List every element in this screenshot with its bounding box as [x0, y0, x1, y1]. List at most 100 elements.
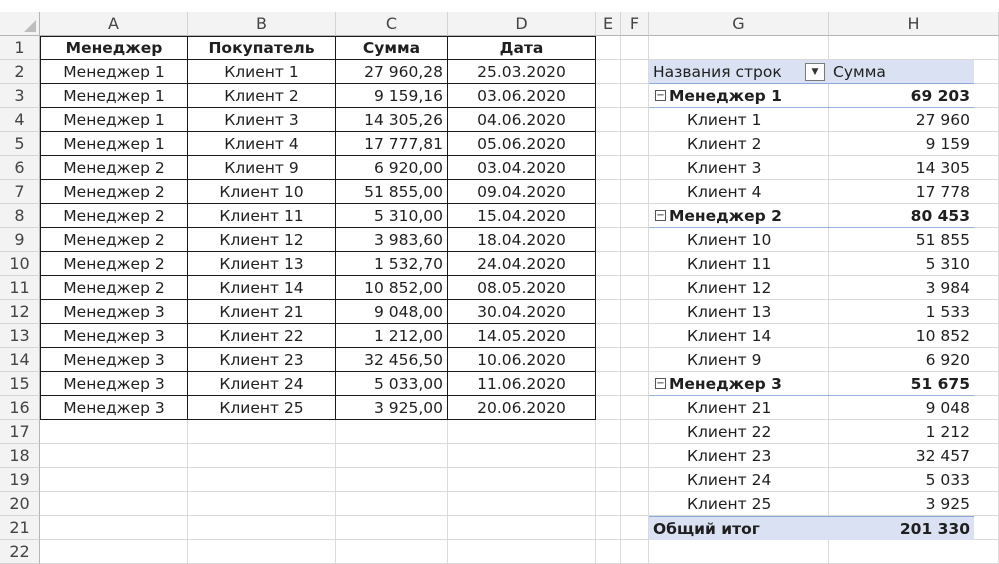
table-data-cell[interactable]: Клиент 10 — [188, 180, 336, 204]
table-data-cell[interactable]: 6 920,00 — [336, 156, 448, 180]
grid-cell[interactable] — [188, 540, 336, 564]
table-data-cell[interactable]: Менеджер 3 — [40, 396, 188, 420]
row-header-3[interactable]: 3 — [0, 84, 40, 108]
grid-cell[interactable] — [448, 516, 596, 540]
table-data-cell[interactable]: 09.04.2020 — [448, 180, 596, 204]
row-header-8[interactable]: 8 — [0, 204, 40, 228]
pivot-group-total[interactable]: 80 453 — [829, 204, 974, 228]
row-header-10[interactable]: 10 — [0, 252, 40, 276]
table-data-cell[interactable]: Клиент 3 — [188, 108, 336, 132]
table-header-cell[interactable]: Покупатель — [188, 36, 336, 60]
grid-cell[interactable] — [596, 300, 621, 324]
grid-cell[interactable] — [621, 252, 649, 276]
collapse-icon[interactable]: − — [655, 90, 666, 101]
table-data-cell[interactable]: 25.03.2020 — [448, 60, 596, 84]
row-header-21[interactable]: 21 — [0, 516, 40, 540]
grid-cell[interactable] — [621, 468, 649, 492]
table-data-cell[interactable]: Менеджер 1 — [40, 84, 188, 108]
pivot-grand-total-label[interactable]: Общий итог — [649, 516, 829, 540]
pivot-item-label[interactable]: Клиент 13 — [649, 300, 829, 324]
row-header-22[interactable]: 22 — [0, 540, 40, 564]
grid-cell[interactable] — [596, 156, 621, 180]
grid-cell[interactable] — [40, 540, 188, 564]
table-data-cell[interactable]: 03.04.2020 — [448, 156, 596, 180]
pivot-item-label[interactable]: Клиент 9 — [649, 348, 829, 372]
pivot-item-label[interactable]: Клиент 4 — [649, 180, 829, 204]
table-data-cell[interactable]: 5 310,00 — [336, 204, 448, 228]
grid-cell[interactable] — [596, 228, 621, 252]
table-header-cell[interactable]: Сумма — [336, 36, 448, 60]
row-header-6[interactable]: 6 — [0, 156, 40, 180]
table-data-cell[interactable]: 5 033,00 — [336, 372, 448, 396]
table-data-cell[interactable]: Клиент 2 — [188, 84, 336, 108]
table-data-cell[interactable]: Клиент 1 — [188, 60, 336, 84]
pivot-item-value[interactable]: 32 457 — [829, 444, 974, 468]
filter-dropdown-icon[interactable]: ▼ — [805, 62, 825, 81]
grid-cell[interactable] — [448, 468, 596, 492]
table-data-cell[interactable]: 14.05.2020 — [448, 324, 596, 348]
grid-cell[interactable] — [188, 444, 336, 468]
row-header-18[interactable]: 18 — [0, 444, 40, 468]
pivot-item-label[interactable]: Клиент 21 — [649, 396, 829, 420]
select-all-corner[interactable] — [0, 12, 40, 36]
grid-cell[interactable] — [40, 468, 188, 492]
grid-cell[interactable] — [621, 180, 649, 204]
table-data-cell[interactable]: Менеджер 2 — [40, 156, 188, 180]
grid-cell[interactable] — [621, 396, 649, 420]
column-header-b[interactable]: B — [188, 12, 336, 36]
row-header-15[interactable]: 15 — [0, 372, 40, 396]
grid-cell[interactable] — [621, 444, 649, 468]
row-header-5[interactable]: 5 — [0, 132, 40, 156]
grid-cell[interactable] — [40, 492, 188, 516]
row-header-9[interactable]: 9 — [0, 228, 40, 252]
column-header-h[interactable]: H — [829, 12, 999, 36]
grid-cell[interactable] — [40, 516, 188, 540]
pivot-item-label[interactable]: Клиент 3 — [649, 156, 829, 180]
table-data-cell[interactable]: Клиент 9 — [188, 156, 336, 180]
grid-cell[interactable] — [621, 420, 649, 444]
pivot-item-label[interactable]: Клиент 25 — [649, 492, 829, 516]
table-data-cell[interactable]: Клиент 14 — [188, 276, 336, 300]
pivot-item-value[interactable]: 27 960 — [829, 108, 974, 132]
grid-cell[interactable] — [336, 516, 448, 540]
grid-cell[interactable] — [596, 492, 621, 516]
table-data-cell[interactable]: Менеджер 2 — [40, 252, 188, 276]
table-data-cell[interactable]: 51 855,00 — [336, 180, 448, 204]
table-data-cell[interactable]: 3 925,00 — [336, 396, 448, 420]
grid-cell[interactable] — [596, 444, 621, 468]
pivot-group-total[interactable]: 69 203 — [829, 84, 974, 108]
grid-cell[interactable] — [596, 252, 621, 276]
table-data-cell[interactable]: Менеджер 1 — [40, 132, 188, 156]
grid-cell[interactable] — [596, 396, 621, 420]
table-data-cell[interactable]: Клиент 22 — [188, 324, 336, 348]
grid-cell[interactable] — [621, 132, 649, 156]
table-data-cell[interactable]: 1 212,00 — [336, 324, 448, 348]
table-data-cell[interactable]: 1 532,70 — [336, 252, 448, 276]
table-data-cell[interactable]: Менеджер 3 — [40, 372, 188, 396]
pivot-item-value[interactable]: 51 855 — [829, 228, 974, 252]
table-data-cell[interactable]: Менеджер 2 — [40, 228, 188, 252]
grid-cell[interactable] — [596, 468, 621, 492]
column-header-g[interactable]: G — [649, 12, 829, 36]
grid-cell[interactable] — [448, 420, 596, 444]
pivot-item-value[interactable]: 9 159 — [829, 132, 974, 156]
grid-cell[interactable] — [621, 516, 649, 540]
pivot-item-value[interactable]: 9 048 — [829, 396, 974, 420]
row-header-7[interactable]: 7 — [0, 180, 40, 204]
table-data-cell[interactable]: 27 960,28 — [336, 60, 448, 84]
grid-cell[interactable] — [596, 324, 621, 348]
grid-cell[interactable] — [336, 468, 448, 492]
grid-cell[interactable] — [596, 420, 621, 444]
table-data-cell[interactable]: Клиент 25 — [188, 396, 336, 420]
table-data-cell[interactable]: Менеджер 3 — [40, 300, 188, 324]
pivot-item-label[interactable]: Клиент 2 — [649, 132, 829, 156]
grid-cell[interactable] — [649, 540, 829, 564]
grid-cell[interactable] — [188, 420, 336, 444]
table-data-cell[interactable]: 05.06.2020 — [448, 132, 596, 156]
pivot-item-label[interactable]: Клиент 10 — [649, 228, 829, 252]
grid-cell[interactable] — [188, 468, 336, 492]
row-header-17[interactable]: 17 — [0, 420, 40, 444]
table-data-cell[interactable]: Клиент 12 — [188, 228, 336, 252]
column-header-d[interactable]: D — [448, 12, 596, 36]
grid-cell[interactable] — [336, 492, 448, 516]
